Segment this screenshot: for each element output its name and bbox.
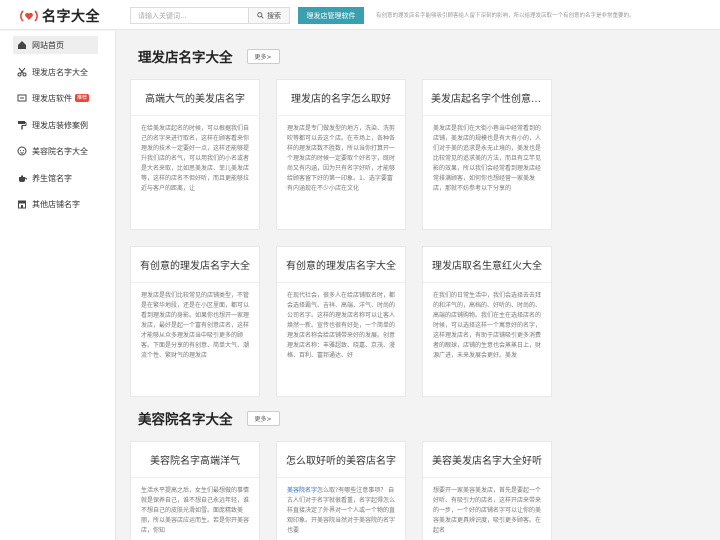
section-header-beauty: 美容院名字大全 更多> [138, 409, 280, 428]
card-title[interactable]: 有创意的理发店名字大全 [277, 247, 405, 283]
sidebar-item-label: 其他店铺名字 [32, 199, 80, 209]
card-keyword-link[interactable]: 美容院名字 [287, 487, 317, 494]
sidebar-item-beauty-names[interactable]: 美容院名字大全 [13, 142, 98, 160]
card-title-text: 美容院名字高端洋气 [150, 456, 240, 467]
sidebar-item-label: 美容院名字大全 [32, 146, 88, 156]
logo-text: 名字大全 [42, 9, 100, 25]
sidebar: 网站首页 理发店名字大全 理发店软件 推荐 理发店装修案例 美容院名字大全 养生… [0, 31, 116, 540]
search-input[interactable] [130, 7, 248, 24]
article-card[interactable]: 理发店的名字怎么取好 理发店是专门做发型的地方，洗染、洗剪吹等都可以去这个店。在… [276, 79, 406, 230]
scissors-icon [17, 67, 27, 77]
card-title-text: 高端大气的美发店名字 [145, 94, 245, 105]
search-button-label: 搜索 [267, 11, 281, 20]
card-title[interactable]: 美容美发店名字大全好听 [423, 442, 551, 478]
sidebar-item-label: 养生馆名字 [32, 173, 72, 183]
article-card[interactable]: 高端大气的美发店名字 在给美发店起名的时候，可以根据我们自己的名字来进行取名，这… [130, 79, 260, 230]
sidebar-item-label: 理发店软件 [32, 93, 72, 103]
recommend-badge: 推荐 [75, 94, 90, 102]
sidebar-item-label: 网站首页 [32, 40, 64, 50]
software-button[interactable]: 理发店管理软件 [298, 7, 364, 24]
section-header-barber: 理发店名字大全 更多> [138, 47, 280, 66]
article-card[interactable]: 美发店起名字个性创意大全 美发店是我们在大街小巷当中经常看到的店铺，美发店的规模… [422, 79, 552, 230]
section-title: 美容院名字大全 [138, 412, 233, 428]
more-button[interactable]: 更多> [246, 48, 280, 64]
article-card[interactable]: 有创意的理发店名字大全 在现代社会，很多人在给店铺取名时，都会选择霸气、吉祥、高… [276, 246, 406, 397]
card-title-text: 有创意的理发店名字大全 [140, 261, 250, 272]
sidebar-item-barber-names[interactable]: 理发店名字大全 [13, 63, 98, 81]
top-bar: 名字大全 搜索 理发店管理软件 有创意的理发店名字能够吸引顾客给人留下深刻的影响… [0, 0, 720, 30]
card-title-text: 有创意的理发店名字大全 [286, 261, 396, 272]
card-excerpt: 在现代社会，很多人在给店铺取名时，都会选择霸气、吉祥、高端、洋气、时尚的公司名字… [287, 292, 396, 359]
sidebar-item-label: 理发店装修案例 [32, 120, 88, 130]
software-icon [17, 93, 27, 103]
sidebar-item-decoration[interactable]: 理发店装修案例 [13, 116, 98, 134]
article-card[interactable]: 有创意的理发店名字大全 理发店是我们比较常见的店铺类型，不管是在繁华地段，还是在… [130, 246, 260, 397]
article-card[interactable]: 怎么取好听的美容店名字 美容院名字怎么取?有哪些注意事项？ 自古人们对于名字就很… [276, 441, 406, 540]
home-icon [17, 40, 27, 50]
article-card[interactable]: 美容美发店名字大全好听 想要开一家美容美发店，首先是要起一个好听、有吸引力的店名… [422, 441, 552, 540]
card-excerpt: 理发店是我们比较常见的店铺类型，不管是在繁华地段，还是在小区里面，都可以看到理发… [141, 292, 250, 359]
sidebar-item-other-shops[interactable]: 其他店铺名字 [13, 195, 98, 213]
card-excerpt-text: 怎么取?有哪些注意事项？ 自古人们对于名字就很看重，名字起得怎么样直接决定了外界… [287, 487, 396, 534]
card-title-text: 美发店起名字个性创意大全 [431, 94, 543, 105]
card-excerpt: 在我们的日常生活中，我们会选择去去拜的和洋气的，高档的、好听的、时尚的、高端的店… [433, 292, 542, 359]
site-logo[interactable]: 名字大全 [20, 6, 100, 26]
card-title[interactable]: 美容院名字高端洋气 [131, 442, 259, 478]
card-title[interactable]: 理发店取名生意红火大全 [423, 247, 551, 283]
card-title[interactable]: 理发店的名字怎么取好 [277, 80, 405, 116]
face-icon [17, 146, 27, 156]
sidebar-item-barber-software[interactable]: 理发店软件 推荐 [13, 89, 98, 107]
card-excerpt: 想要开一家美容美发店，首先是要起一个好听、有吸引力的店名，这样开店来带来的一步，… [433, 487, 542, 534]
card-title-text: 理发店的名字怎么取好 [291, 94, 391, 105]
shop-icon [17, 199, 27, 209]
card-excerpt: 生活水平提高之后，女生们最想做的事情就是保养自己，谁不想自己永远年轻，谁不想自己… [141, 487, 250, 534]
more-button[interactable]: 更多> [246, 410, 280, 426]
card-title[interactable]: 怎么取好听的美容店名字 [277, 442, 405, 478]
top-notice: 有创意的理发店名字能够吸引顾客给人留下深刻的影响，所以给理发店取一个有创意的名字… [376, 13, 635, 19]
card-title-text: 理发店取名生意红火大全 [432, 261, 542, 272]
search-button[interactable]: 搜索 [248, 7, 290, 24]
paint-roller-icon [17, 120, 27, 130]
card-title-text: 美容美发店名字大全好听 [432, 456, 542, 467]
search-icon [257, 12, 264, 19]
card-title[interactable]: 美发店起名字个性创意大全 [423, 80, 551, 116]
sidebar-item-wellness-names[interactable]: 养生馆名字 [13, 169, 98, 187]
card-title[interactable]: 高端大气的美发店名字 [131, 80, 259, 116]
card-excerpt: 美发店是我们在大街小巷当中经常看到的店铺，美发店的规模也是有大有小的，人们对于美… [433, 125, 542, 192]
card-excerpt: 美容院名字怎么取?有哪些注意事项？ 自古人们对于名字就很看重，名字起得怎么样直接… [277, 478, 405, 540]
card-excerpt: 在给美发店起名的时候，可以根据我们自己的名字来进行取名，这样在顾客看来你理发的技… [141, 125, 250, 192]
card-title-text: 怎么取好听的美容店名字 [286, 456, 396, 467]
sidebar-item-label: 理发店名字大全 [32, 67, 88, 77]
teapot-icon [17, 173, 27, 183]
card-title[interactable]: 有创意的理发店名字大全 [131, 247, 259, 283]
article-card[interactable]: 理发店取名生意红火大全 在我们的日常生活中，我们会选择去去拜的和洋气的，高档的、… [422, 246, 552, 397]
sidebar-item-home[interactable]: 网站首页 [13, 36, 98, 54]
article-card[interactable]: 美容院名字高端洋气 生活水平提高之后，女生们最想做的事情就是保养自己，谁不想自己… [130, 441, 260, 540]
section-title: 理发店名字大全 [138, 50, 233, 66]
heart-logo-icon [20, 7, 38, 25]
card-excerpt: 理发店是专门做发型的地方，洗染、洗剪吹等都可以去这个店。在市场上，各种各样的理发… [287, 125, 396, 192]
